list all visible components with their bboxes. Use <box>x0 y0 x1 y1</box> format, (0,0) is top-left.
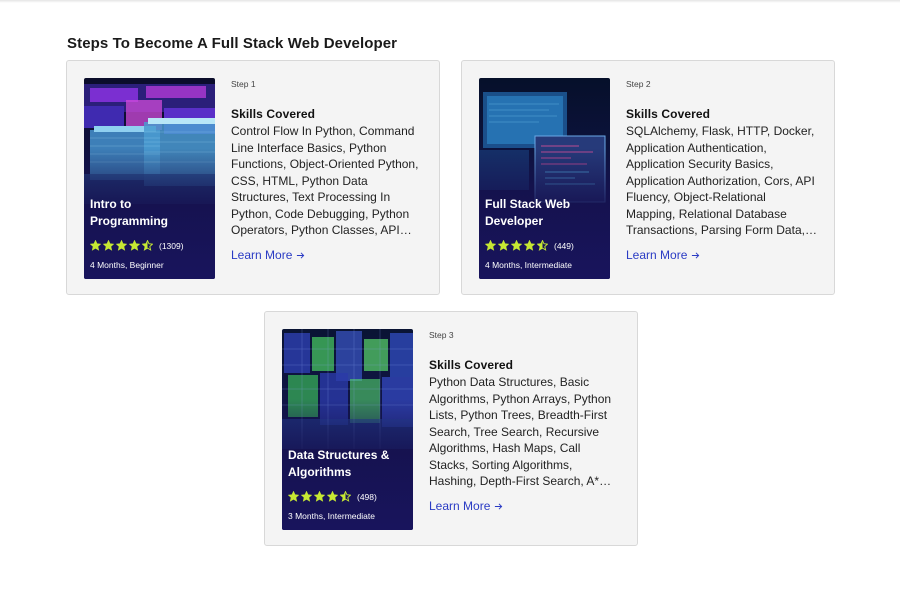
course-title: Data Structures & Algorithms <box>288 448 390 479</box>
learn-more-link[interactable]: Learn More <box>231 248 305 262</box>
star-full-icon <box>90 240 101 251</box>
course-thumbnail[interactable]: Full Stack Web Developer (449) 4 Months,… <box>479 78 610 279</box>
arrow-right-icon <box>297 251 305 259</box>
star-half-icon <box>142 240 153 251</box>
section-title: Steps To Become A Full Stack Web Develop… <box>67 35 398 52</box>
star-rating <box>288 491 351 502</box>
course-card-intro-to-programming: Intro to Programming (1309) 4 Months, Be… <box>66 60 440 295</box>
course-card-data-structures-algorithms: Data Structures & Algorithms (498) 3 Mon… <box>264 311 638 546</box>
star-full-icon <box>498 240 509 251</box>
course-meta: 4 Months, Intermediate <box>485 260 572 270</box>
arrow-right-icon <box>495 502 503 510</box>
course-rating: (498) <box>288 491 377 502</box>
skills-list: SQLAlchemy, Flask, HTTP, Docker, Applica… <box>626 124 815 237</box>
star-full-icon <box>129 240 140 251</box>
learn-more-label: Learn More <box>429 499 491 513</box>
step-label: Step 1 <box>231 79 256 89</box>
star-full-icon <box>485 240 496 251</box>
course-thumbnail[interactable]: Intro to Programming (1309) 4 Months, Be… <box>84 78 215 279</box>
course-thumbnail[interactable]: Data Structures & Algorithms (498) 3 Mon… <box>282 329 413 530</box>
course-card-full-stack-web-developer: Full Stack Web Developer (449) 4 Months,… <box>461 60 835 295</box>
learn-more-label: Learn More <box>626 248 688 262</box>
learn-more-link[interactable]: Learn More <box>626 248 700 262</box>
step-label: Step 3 <box>429 330 454 340</box>
star-full-icon <box>288 491 299 502</box>
course-meta: 3 Months, Intermediate <box>288 511 375 521</box>
star-half-icon <box>537 240 548 251</box>
skills-heading: Skills Covered <box>231 107 316 121</box>
course-title: Full Stack Web Developer <box>485 197 571 228</box>
star-rating <box>485 240 548 251</box>
rating-count: (449) <box>554 240 574 251</box>
course-rating: (449) <box>485 240 574 251</box>
star-full-icon <box>511 240 522 251</box>
course-title: Intro to Programming <box>90 197 169 228</box>
skills-heading: Skills Covered <box>429 358 514 372</box>
arrow-right-icon <box>692 251 700 259</box>
star-full-icon <box>524 240 535 251</box>
course-rating: (1309) <box>90 240 184 251</box>
rating-count: (498) <box>357 491 377 502</box>
step-label: Step 2 <box>626 79 651 89</box>
top-divider <box>0 0 900 3</box>
star-half-icon <box>340 491 351 502</box>
star-full-icon <box>116 240 127 251</box>
star-full-icon <box>327 491 338 502</box>
star-full-icon <box>314 491 325 502</box>
course-meta: 4 Months, Beginner <box>90 260 164 270</box>
learn-more-link[interactable]: Learn More <box>429 499 503 513</box>
star-full-icon <box>103 240 114 251</box>
star-full-icon <box>301 491 312 502</box>
star-rating <box>90 240 153 251</box>
skills-list: Python Data Structures, Basic Algorithms… <box>429 375 612 488</box>
skills-list: Control Flow In Python, Command Line Int… <box>231 124 419 237</box>
rating-count: (1309) <box>159 240 184 251</box>
skills-heading: Skills Covered <box>626 107 711 121</box>
learn-more-label: Learn More <box>231 248 293 262</box>
